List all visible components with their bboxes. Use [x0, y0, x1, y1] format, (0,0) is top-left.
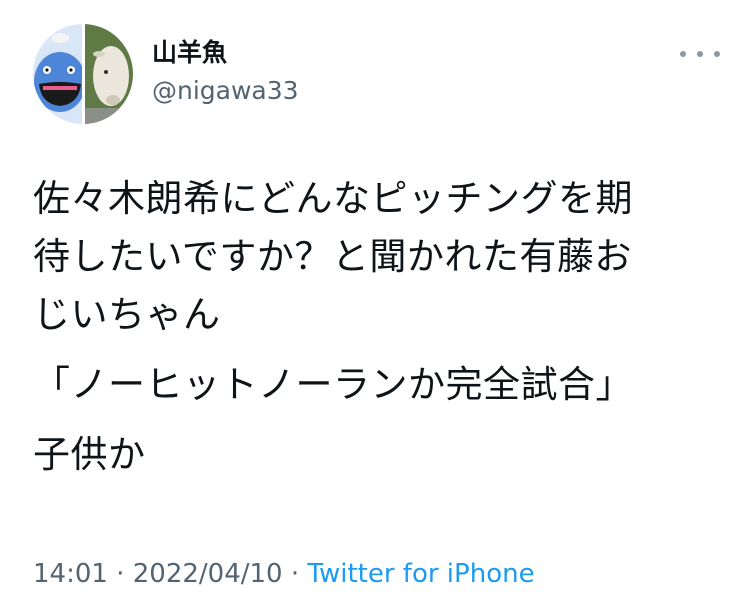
dot — [680, 51, 686, 57]
separator: · — [107, 559, 133, 589]
display-name[interactable]: 山羊魚 — [152, 38, 227, 68]
avatar[interactable] — [33, 24, 133, 124]
tweet-date[interactable]: 2022/04/10 — [133, 559, 283, 589]
tweet-paragraph: 佐々木朗希にどんなピッチングを期 待したいですか？と聞かれた有藤お じいちゃん — [33, 177, 633, 336]
tweet-paragraph: 「ノーヒットノーランか完全試合」 — [33, 363, 633, 406]
separator: · — [282, 559, 308, 589]
tweet-meta: 14:01 · 2022/04/10 · Twitter for iPhone — [33, 557, 535, 591]
dot — [697, 51, 703, 57]
more-options-icon[interactable] — [680, 42, 720, 66]
tweet: 山羊魚 @nigawa33 佐々木朗希にどんなピッチングを期 待したいですか？と… — [0, 0, 749, 616]
tweet-paragraph: 子供か — [33, 433, 146, 476]
dot — [714, 51, 720, 57]
tweet-source-link[interactable]: Twitter for iPhone — [307, 559, 534, 589]
tweet-time[interactable]: 14:01 — [33, 559, 108, 589]
tweet-text: 佐々木朗希にどんなピッチングを期 待したいですか？と聞かれた有藤お じいちゃん … — [33, 170, 723, 484]
avatar-split-icon — [33, 24, 133, 124]
user-handle[interactable]: @nigawa33 — [152, 76, 299, 106]
